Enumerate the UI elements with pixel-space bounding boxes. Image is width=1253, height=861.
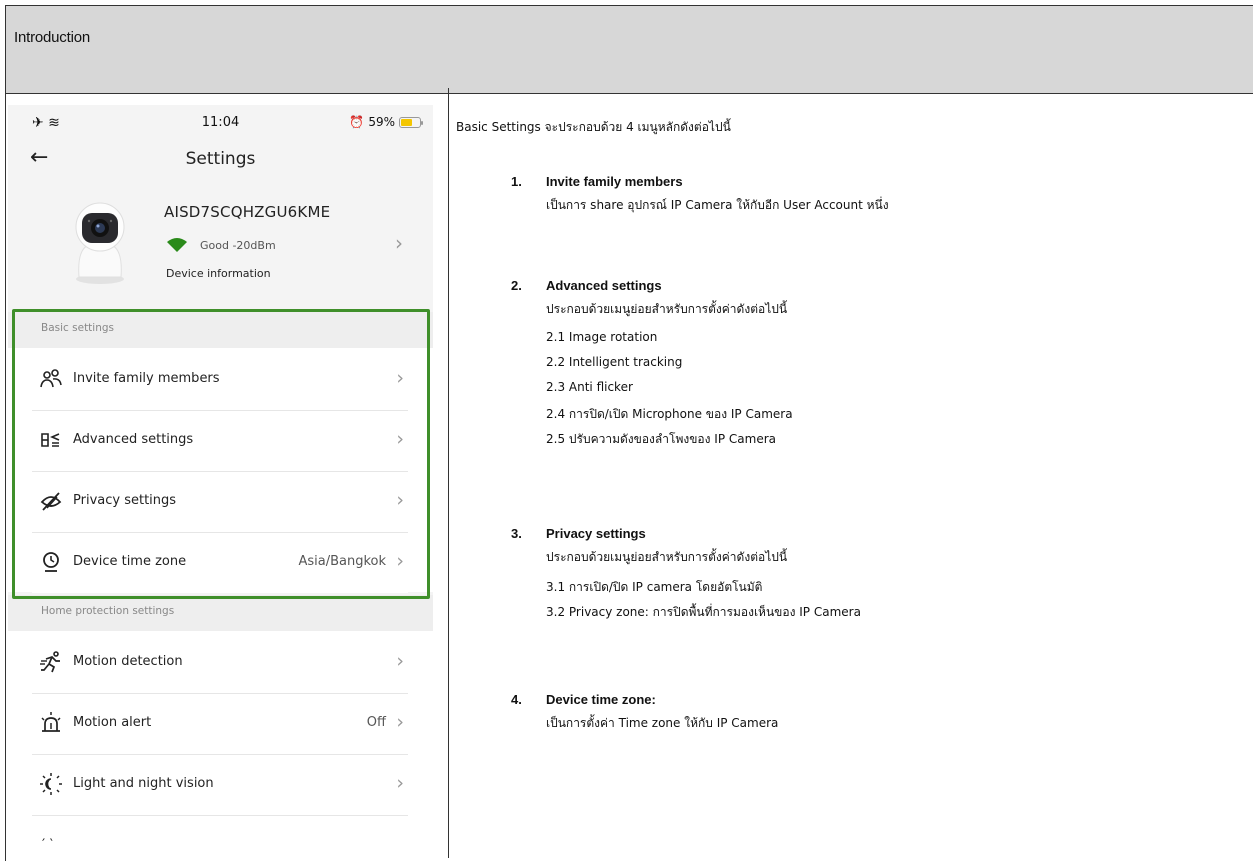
clock-pin-icon — [43, 552, 59, 572]
status-bar: ✈ ≋ 11:04 ⏰ 59% — [8, 105, 433, 139]
settings-row-night-vision[interactable]: Light and night vision › — [32, 755, 408, 815]
sub-item: 3.1 การเปิด/ปิด IP camera โดยอัตโนมัติ — [546, 580, 763, 594]
speaker-settings-icon — [41, 433, 60, 447]
settings-row-invite-family[interactable]: Invite family members › — [32, 350, 408, 410]
intro-text: Basic Settings จะประกอบด้วย 4 เมนูหลักดั… — [456, 120, 731, 134]
chevron-right-icon: › — [395, 231, 403, 255]
row-value: Off — [366, 715, 386, 730]
item-description: เป็นการตั้งค่า Time zone ให้กับ IP Camer… — [546, 716, 779, 730]
content-cell: Basic Settings จะประกอบด้วย 4 เมนูหลักดั… — [452, 88, 1242, 858]
nav-bar: ← Settings — [8, 143, 433, 179]
row-label: Motion alert — [73, 715, 152, 730]
item-description: ประกอบด้วยเมนูย่อยสำหรับการตั้งค่าดังต่อ… — [546, 302, 788, 316]
section-header-basic: Basic settings — [8, 312, 433, 348]
phone-screenshot: ✈ ≋ 11:04 ⏰ 59% ← Settings AISD7SCQHZGU6… — [8, 105, 433, 861]
table-header-cell: Introduction — [6, 6, 1253, 94]
cut-off-row-icon: ′ ‵ — [42, 837, 53, 853]
chevron-right-icon: › — [396, 650, 404, 672]
chevron-right-icon: › — [396, 489, 404, 511]
sub-item: 2.1 Image rotation — [546, 330, 658, 344]
item-title: Device time zone: — [546, 692, 656, 707]
alarm-light-icon — [41, 712, 61, 732]
item-number: 1. — [511, 174, 522, 189]
section-header-label: Basic settings — [41, 322, 115, 334]
battery-icon — [399, 116, 423, 128]
row-label: Motion detection — [73, 654, 183, 669]
running-icon — [40, 651, 60, 673]
device-name: AISD7SCQHZGU6KME — [164, 203, 331, 221]
section-header-home-protection: Home protection settings — [8, 595, 433, 631]
item-description: เป็นการ share อุปกรณ์ IP Camera ให้กับอี… — [546, 198, 889, 212]
item-number: 4. — [511, 692, 522, 707]
people-icon — [40, 369, 62, 388]
item-description: ประกอบด้วยเมนูย่อยสำหรับการตั้งค่าดังต่อ… — [546, 550, 788, 564]
device-info-label: Device information — [166, 267, 271, 280]
column-divider — [448, 88, 449, 858]
settings-row-privacy[interactable]: Privacy settings › — [32, 472, 408, 532]
item-number: 2. — [511, 278, 522, 293]
chevron-right-icon: › — [396, 772, 404, 794]
item-number: 3. — [511, 526, 522, 541]
chevron-right-icon: › — [396, 550, 404, 572]
section-header-label: Home protection settings — [41, 605, 175, 617]
settings-row-advanced[interactable]: Advanced settings › — [32, 411, 408, 471]
device-card[interactable]: AISD7SCQHZGU6KME Good -20dBm Device info… — [8, 191, 433, 296]
sub-item: 2.5 ปรับความดังของลำโพงของ IP Camera — [546, 432, 776, 446]
nav-title: Settings — [185, 149, 256, 169]
item-title: Privacy settings — [546, 526, 646, 541]
item-title: Invite family members — [546, 174, 683, 189]
sub-item: 3.2 Privacy zone: การปิดพื้นที่การมองเห็… — [546, 605, 861, 619]
camera-image — [75, 202, 125, 284]
sub-item: 2.4 การปิด/เปิด Microphone ของ IP Camera — [546, 407, 793, 421]
eye-off-icon — [40, 492, 62, 511]
sub-item: 2.3 Anti flicker — [546, 380, 633, 394]
signal-row: Good -20dBm — [166, 237, 276, 253]
row-label: Invite family members — [73, 371, 220, 386]
status-right: ⏰ 59% — [349, 115, 423, 129]
item-title: Advanced settings — [546, 278, 662, 293]
row-label: Privacy settings — [73, 493, 177, 508]
row-label: Advanced settings — [73, 432, 194, 447]
signal-strength: Good -20dBm — [200, 238, 276, 252]
row-value: Asia/Bangkok — [298, 554, 386, 569]
chevron-right-icon: › — [396, 367, 404, 389]
sun-moon-icon — [40, 773, 62, 795]
row-label: Light and night vision — [73, 776, 214, 791]
row-label: Device time zone — [73, 554, 187, 569]
alarm-icon: ⏰ — [349, 115, 365, 129]
settings-row-time-zone[interactable]: Device time zone Asia/Bangkok › — [32, 533, 408, 593]
chevron-right-icon: › — [396, 428, 404, 450]
wifi-signal-icon — [167, 238, 187, 252]
row-divider — [32, 815, 408, 816]
page-title: Introduction — [14, 29, 90, 46]
settings-row-motion-detection[interactable]: Motion detection › — [32, 633, 408, 693]
chevron-right-icon: › — [396, 711, 404, 733]
battery-fill — [401, 118, 412, 126]
settings-row-motion-alert[interactable]: Motion alert Off › — [32, 694, 408, 754]
sub-item: 2.2 Intelligent tracking — [546, 355, 683, 369]
battery-percent: 59% — [368, 115, 395, 129]
